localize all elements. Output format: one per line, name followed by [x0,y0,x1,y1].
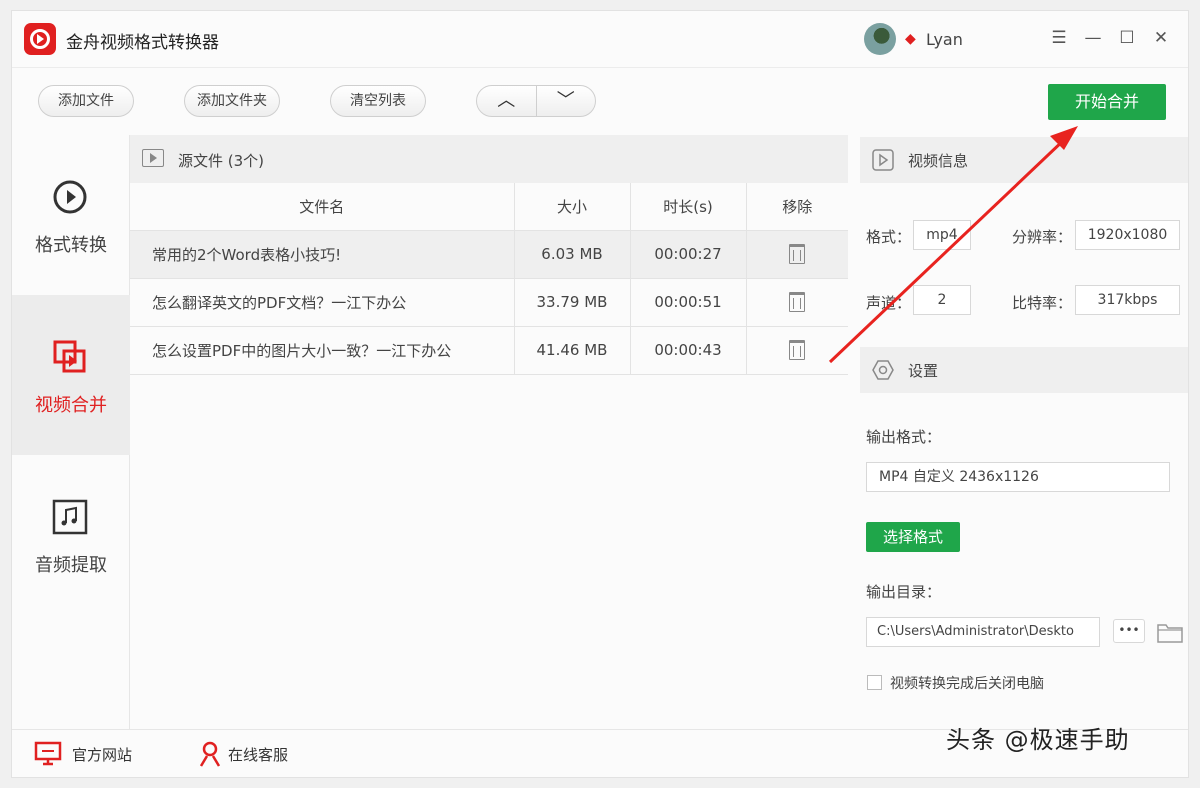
add-file-button[interactable]: 添加文件 [38,85,134,117]
menu-icon[interactable]: ☰ [1048,27,1070,49]
format-label: 格式： [866,228,912,246]
shutdown-checkbox[interactable] [867,675,882,690]
table-header-row: 文件名 大小 时长(s) 移除 [130,183,848,231]
sidebar: 格式转换 视频合并 音频提取 [12,135,130,729]
merge-squares-icon [53,340,86,373]
trash-icon[interactable] [789,340,806,360]
minimize-icon[interactable]: — [1082,27,1104,49]
source-files-title: 源文件 (3个) [178,152,265,170]
browse-button[interactable]: ••• [1113,619,1145,643]
username[interactable]: Lyan [926,30,963,49]
settings-header: 设置 [860,347,1188,393]
gear-icon [872,360,894,380]
file-name: 怎么设置PDF中的图片大小一致？一江下办公 [130,326,515,375]
online-support-link[interactable]: 在线客服 [228,744,288,765]
move-down-button[interactable]: ﹀ [537,86,596,116]
file-duration: 00:00:43 [630,326,747,375]
format-value: mp4 [913,220,971,250]
app-window: 金舟视频格式转换器 ◆ Lyan ☰ — ☐ ✕ 添加文件 添加文件夹 清空列表… [11,10,1189,778]
play-circle-icon [53,180,87,214]
source-files-header: 源文件 (3个) [130,135,848,183]
sidebar-item-format-convert[interactable]: 格式转换 [12,135,130,295]
output-format-field[interactable]: MP4 自定义 2436x1126 [866,462,1170,492]
support-agent-icon [199,741,221,767]
official-site-link[interactable]: 官方网站 [72,744,132,765]
watermark: 头条 @极速手助 [946,726,1130,754]
video-file-icon [142,149,164,167]
table-row[interactable]: 常用的2个Word表格小技巧! 6.03 MB 00:00:27 [130,230,848,279]
video-info-title: 视频信息 [908,152,969,170]
column-header-filename[interactable]: 文件名 [130,183,515,231]
folder-icon[interactable] [1157,621,1183,643]
start-merge-button[interactable]: 开始合并 [1048,84,1166,120]
app-logo-icon [24,23,56,55]
video-info-header: 视频信息 [860,137,1188,183]
sidebar-item-label: 视频合并 [35,395,107,416]
table-row[interactable]: 怎么设置PDF中的图片大小一致？一江下办公 41.46 MB 00:00:43 [130,326,848,375]
output-dir-field[interactable]: C:\Users\Administrator\Deskto [866,617,1100,647]
title-bar: 金舟视频格式转换器 ◆ Lyan ☰ — ☐ ✕ [12,11,1188,67]
close-icon[interactable]: ✕ [1150,27,1172,49]
column-header-duration[interactable]: 时长(s) [630,183,747,231]
channels-label: 声道： [866,294,912,312]
column-header-remove: 移除 [746,183,848,231]
app-title: 金舟视频格式转换器 [66,33,219,53]
monitor-icon [34,741,62,766]
file-name: 常用的2个Word表格小技巧! [130,230,515,279]
resolution-label: 分辨率： [1012,228,1073,246]
vip-diamond-icon: ◆ [905,31,916,47]
clear-list-button[interactable]: 清空列表 [330,85,426,117]
maximize-icon[interactable]: ☐ [1116,27,1138,49]
resolution-value: 1920x1080 [1075,220,1180,250]
table-row[interactable]: 怎么翻译英文的PDF文档？一江下办公 33.79 MB 00:00:51 [130,278,848,327]
file-duration: 00:00:27 [630,230,747,279]
reorder-buttons: ︿ ﹀ [476,85,596,117]
music-note-icon [52,499,88,535]
sidebar-item-video-merge[interactable]: 视频合并 [12,295,130,455]
trash-icon[interactable] [789,244,806,264]
avatar[interactable] [864,23,896,55]
video-info-icon [872,149,894,171]
file-size: 6.03 MB [514,230,631,279]
sidebar-item-label: 音频提取 [35,555,107,576]
bitrate-label: 比特率： [1012,294,1073,312]
sidebar-item-label: 格式转换 [35,235,107,256]
file-table: 文件名 大小 时长(s) 移除 常用的2个Word表格小技巧! 6.03 MB … [130,183,848,375]
channels-value: 2 [913,285,971,315]
output-format-label: 输出格式： [866,428,942,446]
toolbar: 添加文件 添加文件夹 清空列表 ︿ ﹀ 开始合并 [12,67,1188,135]
trash-icon[interactable] [789,292,806,312]
add-folder-button[interactable]: 添加文件夹 [184,85,280,117]
file-size: 41.46 MB [514,326,631,375]
output-dir-label: 输出目录： [866,583,942,601]
shutdown-checkbox-label[interactable]: 视频转换完成后关闭电脑 [890,673,1044,693]
column-header-size[interactable]: 大小 [514,183,631,231]
choose-format-button[interactable]: 选择格式 [866,522,960,552]
file-size: 33.79 MB [514,278,631,327]
bitrate-value: 317kbps [1075,285,1180,315]
settings-title: 设置 [908,362,939,380]
sidebar-item-audio-extract[interactable]: 音频提取 [12,455,130,615]
file-name: 怎么翻译英文的PDF文档？一江下办公 [130,278,515,327]
file-duration: 00:00:51 [630,278,747,327]
move-up-button[interactable]: ︿ [477,86,537,116]
